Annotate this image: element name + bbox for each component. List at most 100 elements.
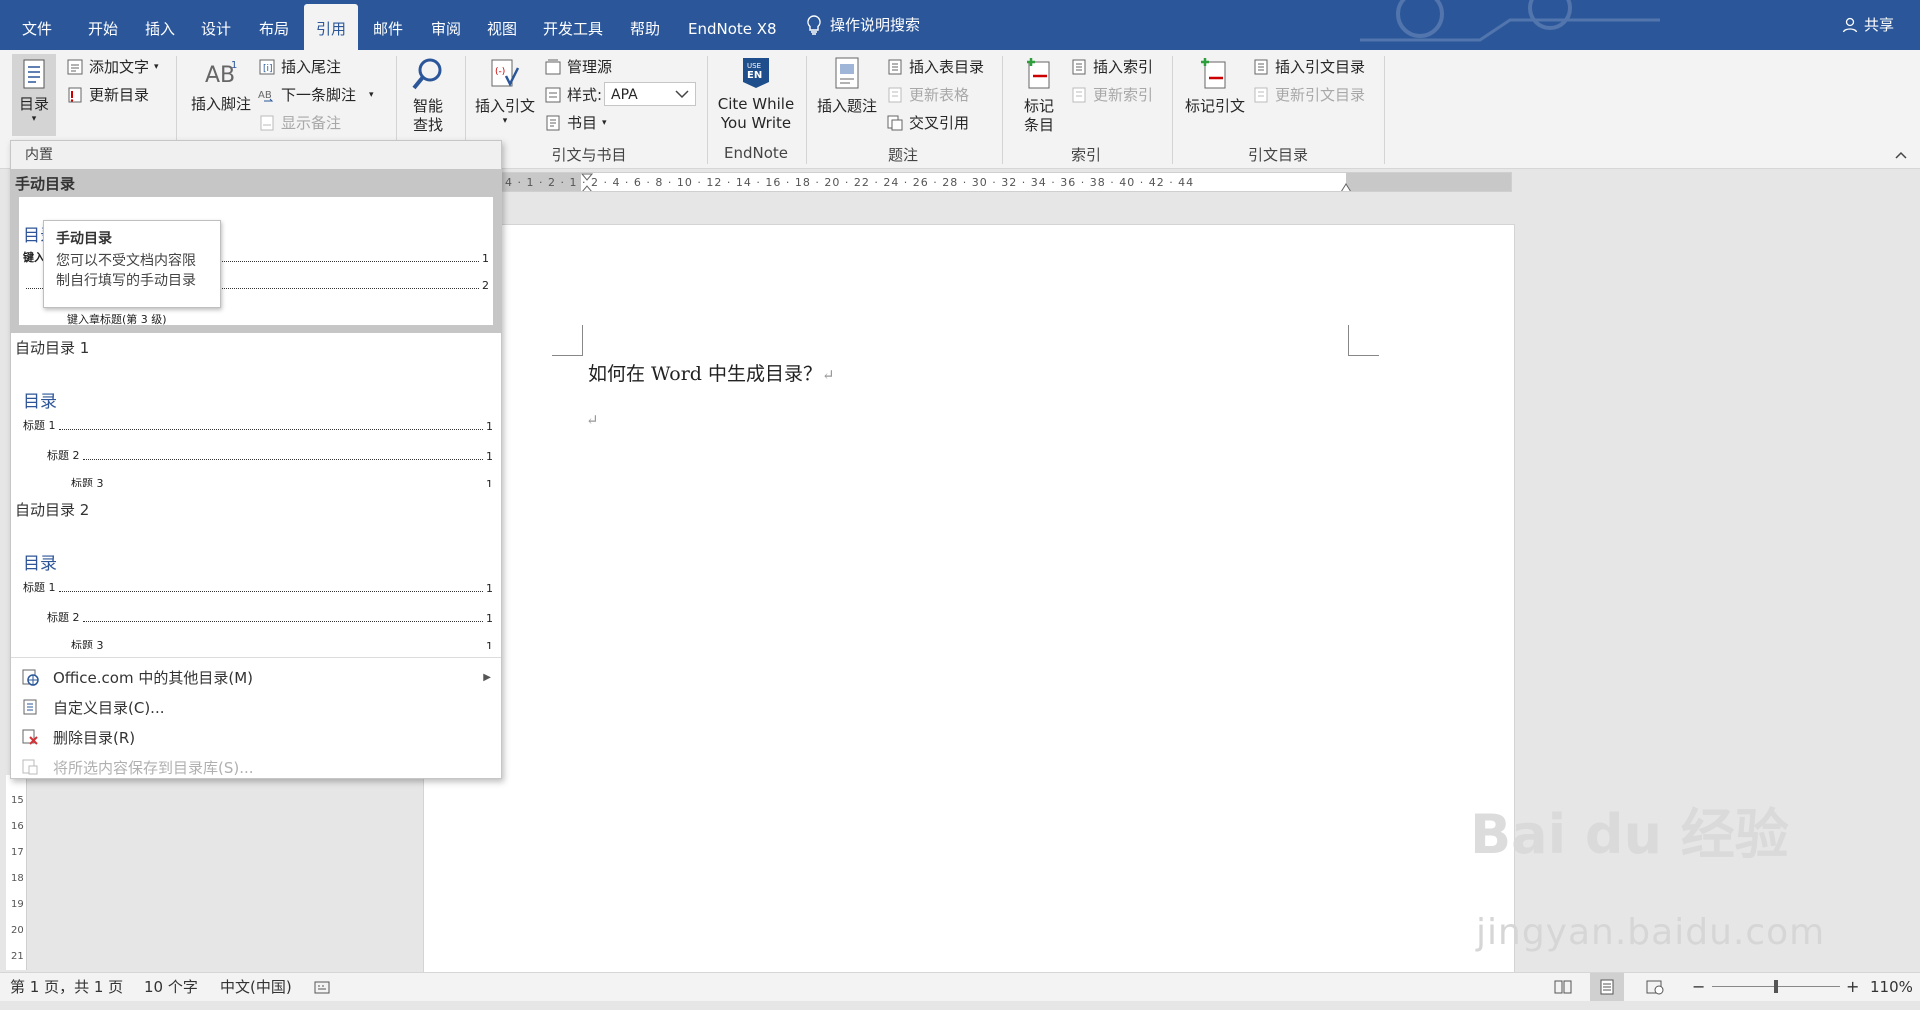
lightbulb-icon (807, 15, 821, 35)
remove-toc-label: 删除目录(R) (53, 728, 136, 747)
tab-home[interactable]: 开始 (88, 0, 118, 50)
tab-developer[interactable]: 开发工具 (543, 0, 603, 50)
save-selection-menu-item[interactable]: 将所选内容保存到目录库(S)... (11, 753, 501, 781)
add-text-icon (67, 59, 83, 74)
custom-toc-menu-item[interactable]: 自定义目录(C)... (11, 693, 501, 721)
tab-layout[interactable]: 布局 (259, 0, 289, 50)
cite-while-label-1: Cite While (717, 95, 795, 113)
add-text-button[interactable]: 添加文字 ▾ (66, 56, 159, 77)
mark-citation-button[interactable]: 标记引文 (1180, 56, 1250, 116)
print-layout-view-button[interactable] (1590, 973, 1624, 1001)
svg-text:EN: EN (747, 70, 762, 81)
custom-toc-label: 自定义目录(C)... (53, 698, 165, 717)
more-tocs-label: Office.com 中的其他目录(M) (53, 668, 254, 687)
document-text-line[interactable]: 如何在 Word 中生成目录？↵ (588, 359, 835, 386)
magnifier-icon (412, 58, 442, 90)
zoom-level[interactable]: 110% (1870, 973, 1913, 1001)
insert-citation-icon: (-) (491, 59, 520, 87)
cross-reference-button[interactable]: 交叉引用 (886, 112, 969, 133)
insert-caption-label: 插入题注 (816, 97, 877, 115)
tab-mailings[interactable]: 邮件 (373, 0, 403, 50)
show-notes-label: 显示备注 (281, 114, 342, 132)
vertical-ruler[interactable]: 15 16 17 18 19 20 21 (6, 775, 27, 970)
endnote-icon: [i] (259, 59, 275, 74)
paragraph-mark-icon: ↵ (822, 366, 835, 384)
update-index-icon (1072, 87, 1086, 102)
collapse-ribbon-icon[interactable] (1894, 150, 1908, 160)
horizontal-ruler[interactable]: 4 · 1 · 2 · 1 · 2 · 4 · 6 · 8 · 10 · 12 … (500, 172, 1512, 192)
tab-file[interactable]: 文件 (22, 0, 52, 50)
toc-row-text: 标题 2 (47, 449, 80, 462)
status-bar: 第 1 页，共 1 页 10 个字 中文(中国) − + 110% (0, 972, 1920, 1001)
insert-footnote-button[interactable]: AB 1 插入脚注 (188, 56, 254, 114)
share-button[interactable]: 共享 (1842, 0, 1894, 50)
tab-references[interactable]: 引用 (304, 4, 359, 50)
svg-text:(-): (-) (495, 67, 505, 77)
tab-review[interactable]: 审阅 (431, 0, 461, 50)
smart-lookup-button[interactable]: 智能 查找 (404, 56, 452, 135)
language-indicator[interactable]: 中文(中国) (220, 973, 292, 1001)
tab-insert[interactable]: 插入 (145, 0, 175, 50)
mark-entry-icon (1027, 58, 1050, 89)
tab-view[interactable]: 视图 (487, 0, 517, 50)
insert-caption-button[interactable]: 插入题注 (814, 56, 880, 116)
watermark-url: jingyan.baidu.com (1476, 912, 1826, 953)
separator (1172, 56, 1173, 164)
update-table-button[interactable]: 更新表格 (886, 84, 969, 105)
auto-toc-1-preview[interactable]: 目录 标题 1 1 标题 2 1 标题 3 1 (15, 363, 497, 487)
update-table-of-authorities-button[interactable]: 更新引文目录 (1252, 84, 1365, 105)
remove-toc-menu-item[interactable]: 删除目录(R) (11, 723, 501, 751)
indent-marker-icon[interactable] (581, 173, 593, 192)
word-count[interactable]: 10 个字 (144, 973, 198, 1001)
update-table-icon (888, 87, 902, 102)
style-icon (545, 87, 561, 102)
tell-me-search[interactable]: 操作说明搜索 (806, 0, 920, 50)
citation-style-select[interactable]: APA (604, 82, 696, 106)
style-label: 样式: (567, 86, 603, 104)
show-notes-button[interactable]: 显示备注 (258, 112, 341, 133)
manage-sources-button[interactable]: 管理源 (544, 56, 612, 77)
toc-row: 标题 3 1 (71, 637, 493, 649)
zoom-slider-thumb[interactable] (1774, 980, 1778, 993)
next-footnote-button[interactable]: AB 下一条脚注 ▾ (258, 84, 374, 105)
insert-endnote-label: 插入尾注 (281, 58, 342, 76)
zoom-out-button[interactable]: − (1692, 973, 1705, 1001)
zoom-in-button[interactable]: + (1846, 973, 1859, 1001)
bibliography-button[interactable]: 书目 ▾ (544, 112, 607, 133)
document-text: 如何在 Word 中生成目录？ (588, 363, 823, 385)
update-toc-button[interactable]: 更新目录 (66, 84, 149, 105)
auto-toc-1-title: 目录 (23, 392, 57, 412)
auto-toc-2-preview[interactable]: 目录 标题 1 1 标题 2 1 标题 3 1 (15, 525, 497, 649)
mark-entry-label-1: 标记 (1023, 97, 1054, 115)
insert-endnote-button[interactable]: [i] 插入尾注 (258, 56, 341, 77)
toc-button-label: 目录 (18, 95, 49, 113)
read-mode-icon[interactable] (1554, 979, 1572, 995)
tab-design[interactable]: 设计 (201, 0, 231, 50)
person-icon (1842, 17, 1858, 33)
cross-reference-icon (887, 115, 903, 130)
citation-style-value: APA (611, 87, 638, 103)
manual-toc-label: 手动目录 (15, 175, 76, 193)
tab-endnote[interactable]: EndNote X8 (688, 0, 777, 50)
insert-index-label: 插入索引 (1093, 58, 1154, 76)
insert-citation-button[interactable]: (-) 插入引文 ▾ (472, 56, 538, 126)
insert-table-of-figures-button[interactable]: 插入表目录 (886, 56, 984, 77)
captions-group-label: 题注 (887, 146, 918, 164)
more-tocs-office-menu-item[interactable]: Office.com 中的其他目录(M) ▶ (11, 663, 501, 691)
mark-entry-button[interactable]: 标记 条目 (1010, 56, 1068, 135)
table-of-figures-icon (888, 59, 902, 74)
macro-recording-icon[interactable] (314, 979, 330, 995)
right-indent-marker-icon[interactable] (1340, 181, 1352, 192)
update-index-button[interactable]: 更新索引 (1070, 84, 1153, 105)
insert-index-button[interactable]: 插入索引 (1070, 56, 1153, 77)
update-toc-icon (68, 87, 82, 102)
toc-button[interactable]: 目录 ▾ (12, 54, 56, 136)
web-layout-icon[interactable] (1646, 979, 1664, 995)
tab-help[interactable]: 帮助 (630, 0, 660, 50)
page-count[interactable]: 第 1 页，共 1 页 (10, 973, 123, 1001)
toc-row-page: 1 (486, 612, 493, 625)
document-page[interactable]: 如何在 Word 中生成目录？↵ ↵ (423, 224, 1515, 976)
cite-while-you-write-button[interactable]: USE EN Cite While You Write (712, 56, 800, 133)
toc-row: 标题 2 1 (47, 447, 493, 463)
insert-table-of-authorities-button[interactable]: 插入引文目录 (1252, 56, 1365, 77)
